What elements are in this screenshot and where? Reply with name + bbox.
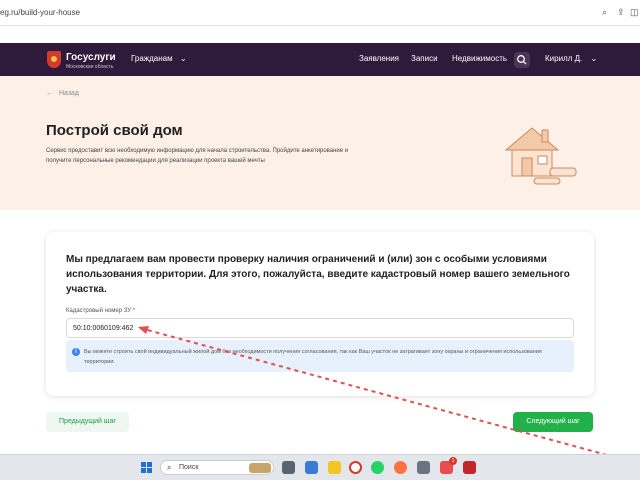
arrow-left-icon: ← [46,90,53,97]
audience-menu[interactable]: Гражданам ⌄ [131,54,187,63]
calculator-icon[interactable] [417,461,430,474]
logo-title[interactable]: Госуслуги [66,52,116,63]
yandex-browser-icon[interactable] [328,461,341,474]
nav-applications[interactable]: Заявления [359,54,399,63]
cadastral-field-label: Кадастровый номер ЗУ * [66,308,135,314]
back-label: Назад [58,90,80,97]
user-menu[interactable]: Кирилл Д. ⌄ [545,54,597,63]
nav-appointments[interactable]: Записи [411,54,438,63]
search-icon: ⌕ [167,463,172,472]
back-link[interactable]: ← Назад [46,90,79,97]
page-title: Построй свой дом [46,122,183,139]
audience-label: Гражданам [131,54,173,63]
region-emblem-icon[interactable] [47,51,61,68]
previous-step-button[interactable]: Предыдущий шаг [46,412,129,432]
hero-section: ← Назад Построй свой дом Сервис предоста… [0,76,640,210]
share-icon[interactable]: ⇪ [617,7,625,17]
cadastral-check-card: Мы предлагаем вам провести проверку нали… [46,232,594,396]
address-bar[interactable]: eg.ru/build-your-house [0,8,80,17]
site-header: Госуслуги Московская область Гражданам ⌄… [0,43,640,76]
taskbar-search[interactable]: ⌕ Поиск [160,460,274,475]
required-mark: * [132,308,136,314]
search-highlight-icon [249,463,271,473]
logo-subtitle: Московская область [66,64,114,70]
app-icon[interactable] [394,461,407,474]
chevron-down-icon: ⌄ [179,54,187,63]
notification-badge: 1 [449,457,457,465]
next-step-button[interactable]: Следующий шаг [513,412,593,432]
screenshot-icon[interactable]: ◫ [630,7,639,17]
notification-app-icon[interactable]: 1 [440,457,457,474]
info-text: Вы можете строить свой индивидуальный жи… [84,349,542,365]
info-banner: i Вы можете строить свой индивидуальный … [66,340,574,372]
chevron-down-icon: ⌄ [590,54,598,63]
taskbar-search-label: Поиск [179,464,199,471]
house-illustration-icon [504,127,577,185]
search-button[interactable] [514,52,530,68]
cadastral-number-input[interactable]: 50:10:0060109:462 [66,318,574,338]
task-view-icon[interactable] [282,461,295,474]
browser-gap [0,26,640,43]
cadastral-number-value: 50:10:0060109:462 [73,325,134,332]
card-intro-text: Мы предлагаем вам провести проверку нали… [66,254,570,295]
whatsapp-icon[interactable] [371,461,384,474]
info-icon: i [72,348,80,356]
main-content: Мы предлагаем вам провести проверку нали… [0,210,640,454]
user-name: Кирилл Д. [545,54,583,63]
pdf-reader-icon[interactable] [463,461,476,474]
nav-real-estate[interactable]: Недвижимость [452,54,507,63]
widgets-icon[interactable] [305,461,318,474]
browser-toolbar: eg.ru/build-your-house ⌕ ⇪ ◫ [0,0,640,26]
windows-start-icon[interactable] [141,462,152,473]
cadastral-field-label-text: Кадастровый номер ЗУ [66,308,132,314]
search-page-icon[interactable]: ⌕ [602,7,607,17]
search-icon [517,55,527,65]
page-description: Сервис предоставит всю необходимую инфор… [46,148,349,164]
taskbar: ⌕ Поиск 1 [0,454,640,480]
opera-icon[interactable] [349,461,362,474]
